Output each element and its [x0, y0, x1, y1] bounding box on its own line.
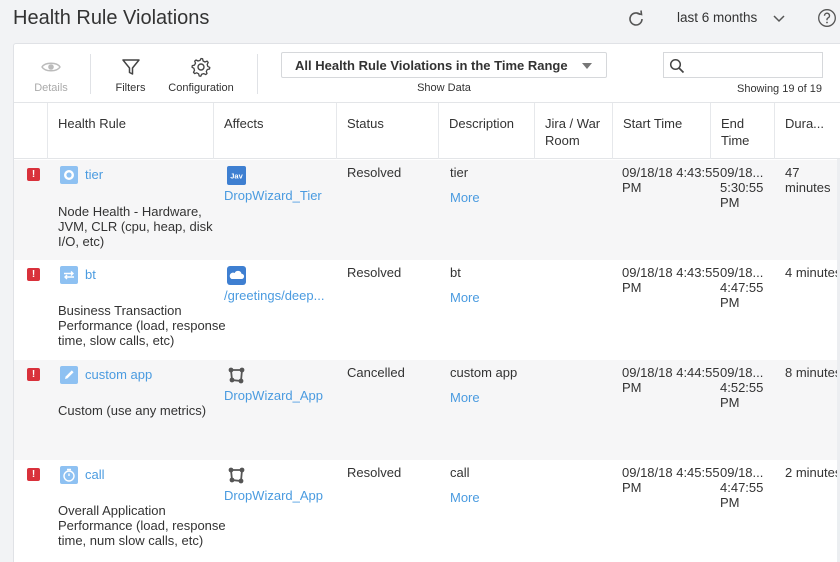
health-rule-type: Custom (use any metrics) — [58, 403, 207, 418]
column-header-health-rule[interactable]: Health Rule — [47, 103, 213, 159]
start-time: 09/18/18 4:43:55 PM — [622, 265, 720, 295]
configuration-button[interactable]: Configuration — [168, 44, 234, 102]
more-link[interactable]: More — [450, 290, 480, 305]
health-rule-link[interactable]: tier — [85, 167, 103, 182]
pencil-icon — [60, 366, 78, 384]
description-text: custom app — [450, 365, 518, 380]
refresh-icon[interactable] — [626, 9, 646, 29]
status-text: Resolved — [347, 265, 402, 280]
status-text: Cancelled — [347, 365, 405, 380]
filter-icon — [121, 59, 140, 75]
health-rule-type: Business Transaction Performance (load, … — [58, 303, 226, 348]
affects-link[interactable]: DropWizard_Tier — [224, 188, 322, 203]
toolbar: Details Filters Configuration All Health… — [14, 44, 840, 103]
error-icon: ! — [27, 368, 40, 381]
help-icon[interactable] — [817, 8, 837, 28]
business-transaction-icon — [60, 266, 78, 284]
eye-icon — [41, 62, 61, 72]
toolbar-divider — [257, 54, 258, 94]
toolbar-divider — [90, 54, 91, 94]
duration: 8 minutes — [785, 365, 840, 380]
table-row[interactable]: ! tier Node Health - Hardware, JVM, CLR … — [14, 160, 840, 260]
search-input[interactable] — [690, 56, 818, 74]
filters-label: Filters — [115, 82, 146, 94]
search-box[interactable] — [663, 52, 823, 78]
start-time: 09/18/18 4:43:55 PM — [622, 165, 720, 195]
description-text: tier — [450, 165, 469, 180]
health-rule-type: Node Health - Hardware, JVM, CLR (cpu, h… — [58, 204, 213, 249]
duration: 47 minutes — [785, 165, 831, 195]
filters-button[interactable]: Filters — [114, 44, 147, 102]
column-header-affects[interactable]: Affects — [213, 103, 336, 159]
column-header-jira[interactable]: Jira / War Room — [534, 103, 612, 159]
application-icon — [228, 367, 245, 384]
error-icon: ! — [27, 168, 40, 181]
column-header-start-time[interactable]: Start Time — [612, 103, 710, 159]
table-row[interactable]: ! bt Business Transaction Performance (l… — [14, 260, 840, 360]
table-row[interactable]: ! custom app Custom (use any metrics) Dr… — [14, 360, 840, 460]
column-header-end-time[interactable]: End Time — [710, 103, 774, 159]
details-button[interactable]: Details — [28, 44, 74, 102]
caret-down-icon — [582, 63, 592, 69]
end-time: 09/18... 4:47:55 PM — [720, 465, 764, 510]
application-icon — [228, 467, 245, 484]
column-header-severity — [14, 103, 47, 159]
show-data-select[interactable]: All Health Rule Violations in the Time R… — [281, 52, 607, 78]
column-header-status[interactable]: Status — [336, 103, 438, 159]
search-icon — [669, 58, 685, 74]
health-rule-link[interactable]: bt — [85, 267, 96, 282]
violations-panel: Details Filters Configuration All Health… — [13, 43, 840, 562]
gear-icon — [191, 57, 211, 77]
start-time: 09/18/18 4:44:55 PM — [622, 365, 720, 395]
time-range-selector[interactable]: last 6 months — [677, 10, 757, 25]
svg-text:Jav: Jav — [230, 172, 243, 181]
affects-link[interactable]: DropWizard_App — [224, 388, 323, 403]
page-title: Health Rule Violations — [13, 7, 210, 29]
chevron-down-icon[interactable] — [773, 14, 785, 24]
duration: 2 minutes — [785, 465, 840, 480]
details-label: Details — [34, 82, 68, 94]
affects-link[interactable]: DropWizard_App — [224, 488, 323, 503]
java-tier-icon: Jav — [227, 166, 246, 185]
end-time: 09/18... 4:52:55 PM — [720, 365, 764, 410]
health-rule-link[interactable]: call — [85, 467, 105, 482]
status-text: Resolved — [347, 465, 402, 480]
column-header-description[interactable]: Description — [438, 103, 534, 159]
start-time: 09/18/18 4:45:55 PM — [622, 465, 720, 495]
description-text: call — [450, 465, 470, 480]
health-rule-link[interactable]: custom app — [85, 367, 152, 382]
table-header: Health Rule Affects Status Description J… — [14, 103, 840, 159]
error-icon: ! — [27, 468, 40, 481]
more-link[interactable]: More — [450, 390, 480, 405]
stopwatch-icon — [60, 466, 78, 484]
end-time: 09/18... 5:30:55 PM — [720, 165, 764, 210]
cloud-icon — [227, 266, 246, 285]
affects-link[interactable]: /greetings/deep... — [224, 288, 324, 303]
configuration-label: Configuration — [168, 82, 234, 94]
end-time: 09/18... 4:47:55 PM — [720, 265, 764, 310]
more-link[interactable]: More — [450, 490, 480, 505]
table-row[interactable]: ! call Overall Application Performance (… — [14, 460, 840, 560]
show-data-value: All Health Rule Violations in the Time R… — [295, 58, 568, 73]
error-icon: ! — [27, 268, 40, 281]
show-data-label: Show Data — [417, 82, 471, 94]
status-text: Resolved — [347, 165, 402, 180]
column-header-duration[interactable]: Dura... — [774, 103, 840, 159]
health-rule-type: Overall Application Performance (load, r… — [58, 503, 226, 548]
description-text: bt — [450, 265, 461, 280]
tier-node-icon — [60, 166, 78, 184]
more-link[interactable]: More — [450, 190, 480, 205]
showing-count: Showing 19 of 19 — [736, 83, 822, 95]
duration: 4 minutes — [785, 265, 840, 280]
